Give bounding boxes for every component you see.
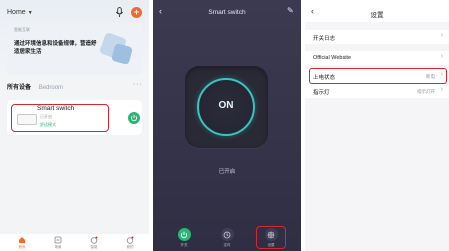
on-off-button[interactable]: ON <box>197 78 255 136</box>
scene-icon <box>54 236 62 244</box>
home-title: Home <box>7 9 26 16</box>
microphone-icon[interactable] <box>115 7 124 18</box>
highlight-device-card <box>11 104 109 132</box>
switch-control-screen: ‹ Smart switch ✎ ON 已开启 开关 定时 设置 <box>153 0 301 251</box>
settings-row-indicator-light[interactable]: 指示灯 指示灯开 › <box>305 84 449 98</box>
promo-banner[interactable]: 智能互联 通过环境信息和设备规律，营造舒适居家生活 <box>7 23 142 75</box>
room-tabs: 所有设备 Bedroom <box>7 82 63 91</box>
control-timer-label: 定时 <box>223 243 231 247</box>
settings-screen: ‹ 设置 开关日志 › Official Website › 上电状态 断电 ›… <box>305 0 449 251</box>
highlight-settings-button <box>256 226 286 249</box>
switch-panel-graphic: ON <box>185 66 268 148</box>
control-power-label: 开关 <box>180 243 188 247</box>
settings-row-switch-log[interactable]: 开关日志 › <box>305 30 449 44</box>
control-timer-button[interactable]: 定时 <box>219 228 235 248</box>
tab-me-label: 我的 <box>126 245 134 249</box>
highlight-power-on-state <box>309 68 447 84</box>
tab-me[interactable]: 我的 <box>120 236 140 250</box>
row-label: Official Website <box>313 55 352 61</box>
chevron-right-icon: › <box>440 86 443 93</box>
home-icon <box>19 237 25 243</box>
chevron-right-icon: › <box>440 32 443 39</box>
banner-illustration-secondary <box>110 42 134 66</box>
power-toggle-button[interactable] <box>128 112 140 124</box>
tab-smart-label: 智能 <box>90 245 98 249</box>
chevron-down-icon: ▼ <box>27 10 33 16</box>
tab-home-label: 首页 <box>18 245 26 249</box>
tab-scenes[interactable]: 场景 <box>48 236 68 250</box>
home-selector[interactable]: Home ▼ <box>7 9 33 16</box>
power-icon <box>180 231 188 238</box>
tab-home[interactable]: 首页 <box>12 236 32 250</box>
settings-title: 设置 <box>370 12 384 19</box>
banner-text: 通过环境信息和设备规律，营造舒适居家生活 <box>14 41 97 55</box>
smart-icon <box>90 236 98 244</box>
home-screen: Home ▼ + 智能互联 通过环境信息和设备规律，营造舒适居家生活 所有设备 B… <box>0 0 149 251</box>
room-tab-all[interactable]: 所有设备 <box>7 85 31 91</box>
banner-caption: 智能互联 <box>14 27 30 32</box>
row-label: 开关日志 <box>313 36 336 42</box>
control-power-button[interactable]: 开关 <box>176 228 192 248</box>
row-label: 指示灯 <box>313 90 330 96</box>
timer-icon <box>223 231 231 238</box>
on-off-label: ON <box>218 100 234 111</box>
tab-smart[interactable]: 智能 <box>84 236 104 250</box>
settings-row-official-website[interactable]: Official Website › <box>305 51 449 65</box>
power-icon <box>130 114 138 122</box>
switch-status-text: 已开启 <box>218 169 236 175</box>
profile-icon <box>126 236 134 244</box>
room-tab-bedroom[interactable]: Bedroom <box>39 85 63 91</box>
tab-scenes-label: 场景 <box>54 245 62 249</box>
row-value: 指示灯开 <box>417 88 435 94</box>
device-title: Smart switch <box>208 9 246 16</box>
carousel-dots <box>71 69 81 71</box>
chevron-right-icon: › <box>440 53 443 60</box>
settings-header: ‹ 设置 <box>305 0 449 22</box>
add-device-button[interactable]: + <box>131 7 142 18</box>
edit-icon[interactable]: ✎ <box>287 6 294 15</box>
bottom-tab-bar: 首页 场景 智能 我的 <box>0 234 149 251</box>
more-options-icon[interactable]: ··· <box>133 81 143 88</box>
